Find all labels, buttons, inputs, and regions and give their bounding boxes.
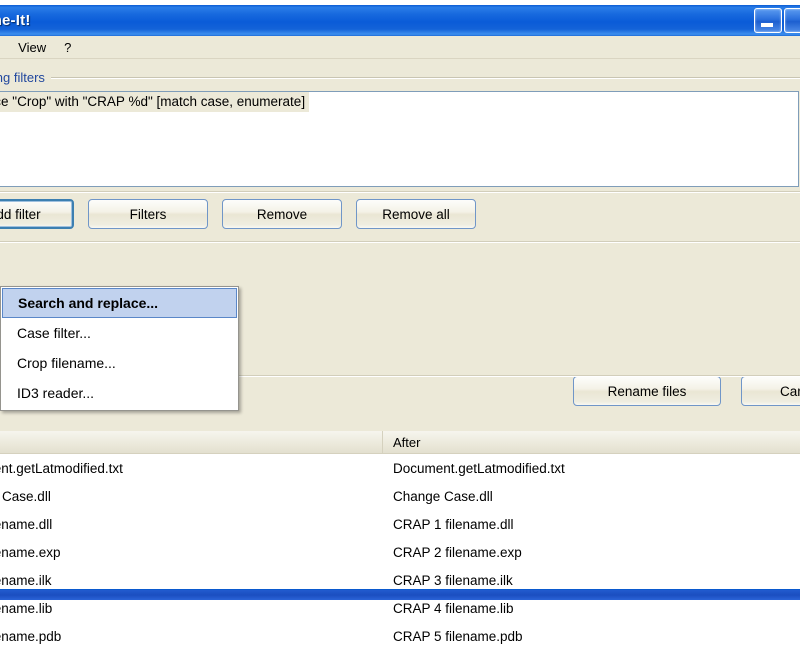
group-divider bbox=[50, 77, 800, 78]
table-row[interactable]: Crop filename.exp CRAP 2 filename.exp bbox=[0, 538, 800, 566]
cell-after: CRAP 3 filename.ilk bbox=[392, 572, 513, 588]
table-row[interactable]: Document.getLatmodified.txt Document.get… bbox=[0, 454, 800, 482]
filter-list-item[interactable]: Replace "Crop" with "CRAP %d" [match cas… bbox=[0, 92, 310, 112]
filter-list[interactable]: Replace "Crop" with "CRAP %d" [match cas… bbox=[0, 91, 799, 187]
cell-before: Change Case.dll bbox=[0, 488, 51, 504]
file-list-body: Document.getLatmodified.txt Document.get… bbox=[0, 454, 800, 650]
table-row[interactable]: Change Case.dll Change Case.dll bbox=[0, 482, 800, 510]
remove-all-button[interactable]: Remove all bbox=[356, 199, 476, 229]
file-list[interactable]: Before After Document.getLatmodified.txt… bbox=[0, 431, 800, 644]
renaming-filters-group-header: Renaming filters bbox=[0, 70, 800, 85]
add-filter-menu: Search and replace... Case filter... Cro… bbox=[0, 286, 239, 411]
remove-button[interactable]: Remove bbox=[222, 199, 342, 229]
caption-buttons bbox=[754, 8, 800, 33]
menu-item-crop-filename[interactable]: Crop filename... bbox=[1, 348, 238, 378]
menu-item-search-and-replace[interactable]: Search and replace... bbox=[2, 288, 237, 318]
column-header-before[interactable]: Before bbox=[0, 431, 383, 453]
window-title: Rename-It! bbox=[0, 12, 31, 29]
cell-before: Document.getLatmodified.txt bbox=[0, 460, 123, 476]
cell-before: Crop filename.pdb bbox=[0, 628, 62, 644]
table-row[interactable]: Crop filename.dll CRAP 1 filename.dll bbox=[0, 510, 800, 538]
add-filter-button[interactable]: Add filter bbox=[0, 199, 74, 229]
cell-before: Crop filename.ilk bbox=[0, 572, 52, 588]
title-bar: Rename-It! bbox=[0, 5, 800, 36]
filter-button-row: Add filter Filters Remove Remove all bbox=[0, 199, 476, 229]
filters-section-divider bbox=[0, 191, 800, 192]
rename-files-button[interactable]: Rename files bbox=[573, 376, 721, 406]
cell-before: Crop filename.dll bbox=[0, 516, 53, 532]
cell-after: CRAP 2 filename.exp bbox=[392, 544, 522, 560]
file-list-header: Before After bbox=[0, 431, 800, 454]
minimize-button[interactable] bbox=[754, 8, 782, 33]
column-header-after[interactable]: After bbox=[383, 431, 800, 453]
filters-button[interactable]: Filters bbox=[88, 199, 208, 229]
cell-before: Crop filename.lib bbox=[0, 600, 53, 616]
actions-section-divider bbox=[0, 241, 800, 242]
table-row[interactable]: Crop filename.pdb CRAP 5 filename.pdb bbox=[0, 622, 800, 650]
cell-after: CRAP 4 filename.lib bbox=[392, 600, 514, 616]
cell-before: Crop filename.exp bbox=[0, 544, 61, 560]
minimize-icon bbox=[761, 23, 773, 27]
cell-after: Change Case.dll bbox=[392, 488, 493, 504]
menu-bar: Rename View ? bbox=[0, 36, 800, 59]
menu-item-case-filter[interactable]: Case filter... bbox=[1, 318, 238, 348]
screen: Rename-It! Rename View ? Renaming filter… bbox=[0, 0, 800, 644]
menu-help[interactable]: ? bbox=[55, 37, 80, 58]
action-button-row: Rename files Cancel bbox=[573, 376, 800, 406]
renaming-filters-label: Renaming filters bbox=[0, 70, 45, 85]
menu-item-id3-reader[interactable]: ID3 reader... bbox=[1, 378, 238, 408]
menu-view[interactable]: View bbox=[9, 37, 55, 58]
taskbar[interactable] bbox=[0, 590, 800, 600]
cell-after: CRAP 1 filename.dll bbox=[392, 516, 514, 532]
cancel-button[interactable]: Cancel bbox=[741, 376, 800, 406]
cell-after: Document.getLatmodified.txt bbox=[392, 460, 565, 476]
menu-rename[interactable]: Rename bbox=[0, 37, 9, 58]
cell-after: CRAP 5 filename.pdb bbox=[392, 628, 523, 644]
maximize-button[interactable] bbox=[784, 8, 800, 33]
